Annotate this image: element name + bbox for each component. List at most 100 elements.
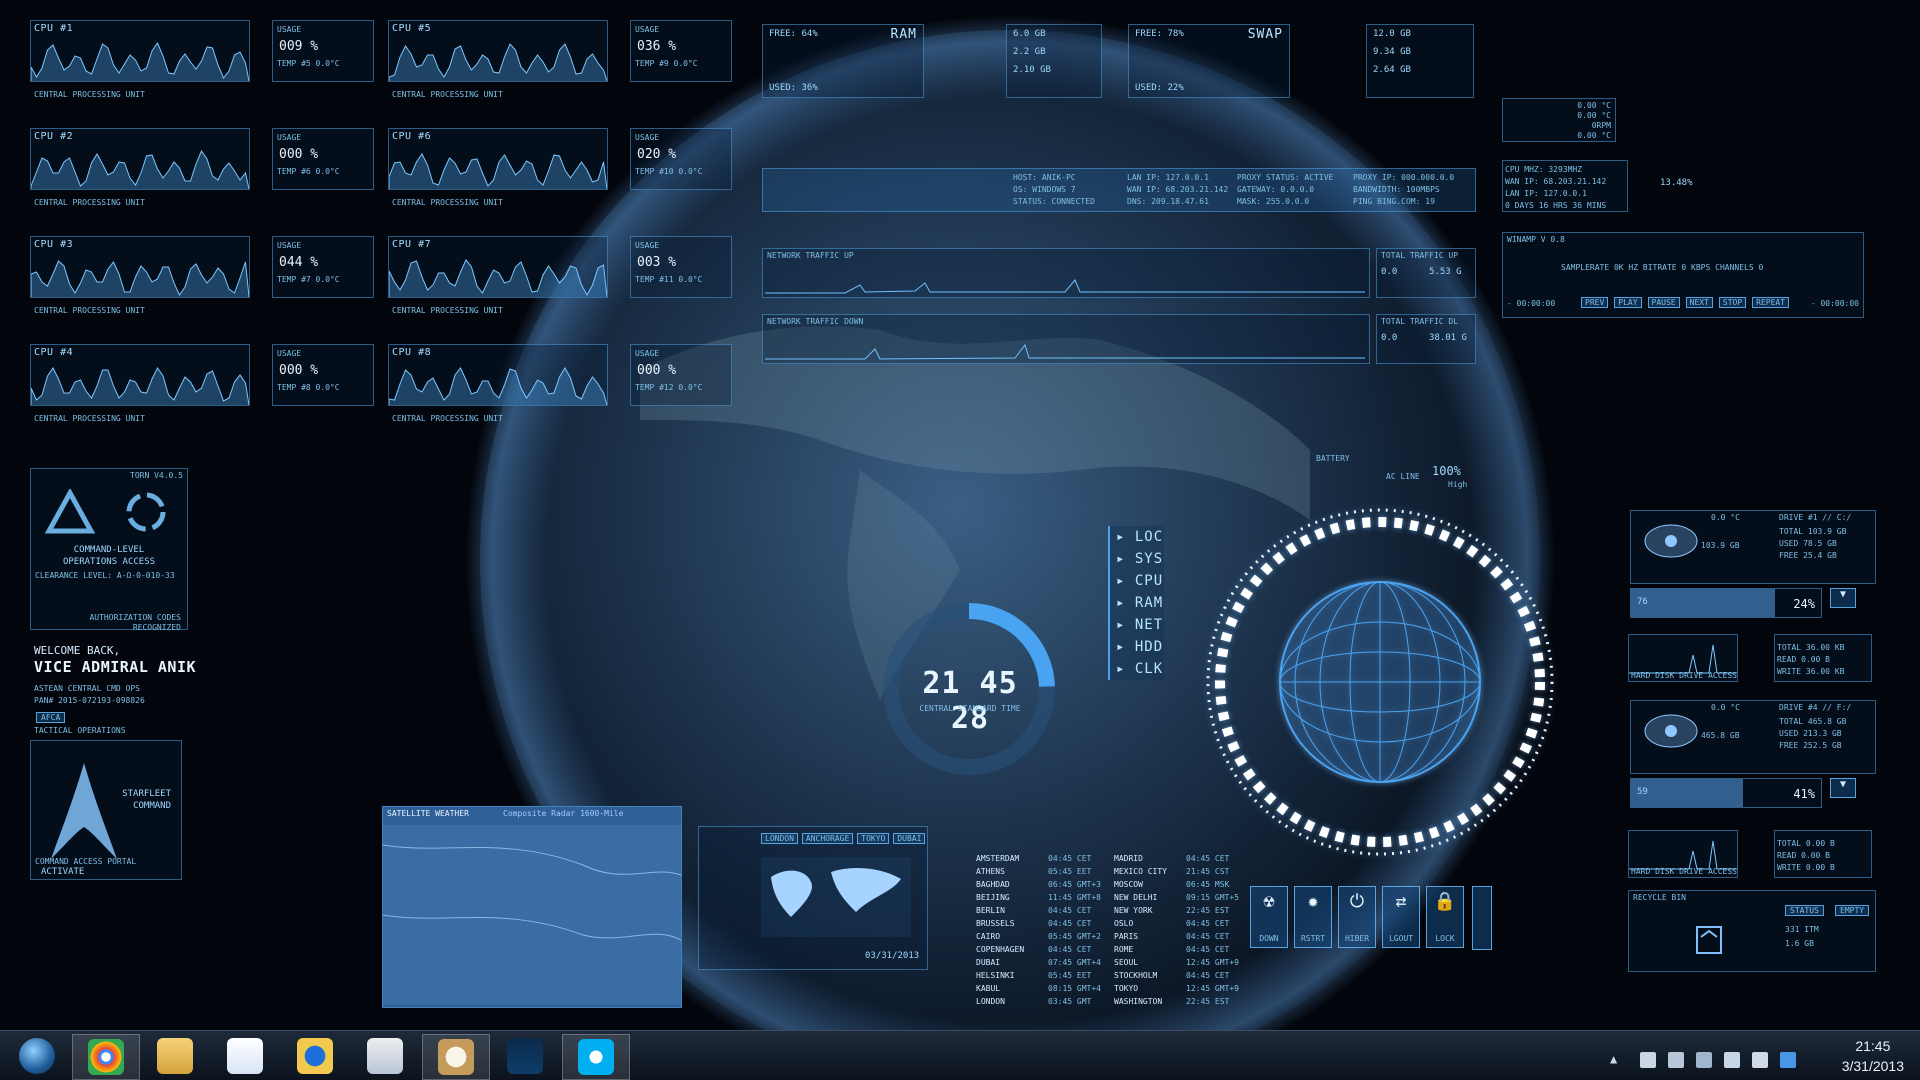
taskbar-photoshop-icon[interactable] (492, 1034, 558, 1078)
world-clock-row: PARIS 04:45 CET (1114, 930, 1244, 943)
cpu-graph-8: CPU #8 (388, 344, 608, 406)
drive-label: DRIVE #1 // C:/ (1779, 513, 1852, 522)
taskbar-windows-explorer-icon[interactable] (142, 1034, 208, 1078)
hdd-title: HARD DISK DRIVE ACCESS (1631, 671, 1737, 680)
winamp-play-button[interactable]: PLAY (1614, 297, 1642, 308)
cpu-usage: 020 % (637, 147, 677, 162)
winamp-time-a: - 00:00:00 (1507, 299, 1556, 308)
city-time: 05:45 EET (1048, 971, 1092, 980)
winamp-repeat-button[interactable]: REPEAT (1752, 297, 1790, 308)
cpu-usage-label: USAGE (635, 349, 660, 358)
power-lock-side-button[interactable] (1472, 886, 1492, 950)
city-time: 04:45 CET (1186, 971, 1230, 980)
winamp-next-button[interactable]: NEXT (1685, 297, 1713, 308)
action-center-icon[interactable] (1640, 1052, 1656, 1068)
power-button-lgout[interactable]: ⇄ LGOUT (1382, 886, 1420, 948)
pan-number: PAN# 2015-072193-098826 (34, 696, 145, 705)
menu-item-label: RAM (1134, 595, 1164, 611)
menu-item-sys[interactable]: ▸ SYS (1108, 548, 1164, 570)
hdd-write: WRITE 36.00 KB (1777, 667, 1845, 676)
city-name: COPENHAGEN (976, 945, 1025, 954)
recycle-empty[interactable]: EMPTY (1835, 905, 1870, 916)
menu-item-clk[interactable]: ▸ CLK (1108, 658, 1164, 680)
cpu-temp: TEMP #5 0.0°C (277, 59, 340, 68)
timezone-tab[interactable]: DUBAI (893, 833, 926, 844)
winamp-prev-button[interactable]: PREV (1581, 297, 1609, 308)
organization: ASTEAN CENTRAL CMD OPS (34, 684, 140, 693)
drive-usage-fill (1631, 589, 1776, 617)
power-button-down[interactable]: ☢ DOWN (1250, 886, 1288, 948)
net-up-sparkline (765, 279, 1365, 294)
cpu-footer: CENTRAL PROCESSING UNIT (392, 90, 503, 99)
menu-item-label: HDD (1134, 639, 1164, 655)
recycle-status[interactable]: STATUS (1785, 905, 1824, 916)
drive-dropdown-button[interactable]: ▼ (1830, 588, 1856, 608)
volume-tray-icon[interactable] (1752, 1052, 1768, 1068)
host-ping: PING BING.COM: 19 (1353, 197, 1435, 206)
cpu-usage: 036 % (637, 39, 677, 54)
host-os: OS: WINDOWS 7 (1013, 185, 1076, 194)
recycle-size: 1.6 GB (1785, 939, 1814, 948)
taskbar-google-chrome-icon[interactable] (72, 1034, 140, 1080)
menu-item-loc[interactable]: ▸ LOC (1108, 526, 1164, 548)
timezone-tab[interactable]: LONDON (761, 833, 798, 844)
city-name: BRUSSELS (976, 919, 1015, 928)
world-clock-col-2: MADRID 04:45 CET MEXICO CITY 21:45 CST MOSCO… (1114, 852, 1244, 1008)
activate-link[interactable]: ACTIVATE (41, 867, 84, 877)
taskbar-internet-explorer-icon[interactable] (282, 1034, 348, 1078)
taskbar-paint-icon[interactable] (422, 1034, 490, 1080)
recycle-title: RECYCLE BIN (1633, 893, 1686, 902)
cpu-graph-2: CPU #5 (388, 20, 608, 82)
cpu-usage: 000 % (279, 363, 319, 378)
taskbar-notepad-icon[interactable] (352, 1034, 418, 1078)
power-tray-icon[interactable] (1668, 1052, 1684, 1068)
cpu-usage: 003 % (637, 255, 677, 270)
drive-free-percent: 41% (1793, 787, 1815, 801)
taskbar-skype-icon[interactable] (562, 1034, 630, 1080)
city-time: 04:45 CET (1048, 919, 1092, 928)
usb-tray-icon[interactable] (1696, 1052, 1712, 1068)
timezone-tab[interactable]: TOKYO (857, 833, 890, 844)
world-clock-row: MEXICO CITY 21:45 CST (1114, 865, 1244, 878)
city-time: 06:45 MSK (1186, 880, 1230, 889)
ring-logo-icon (126, 492, 166, 532)
drive-free: FREE 25.4 GB (1779, 551, 1837, 560)
hdd-activity-2: HARD DISK DRIVE ACCESS (1628, 830, 1738, 878)
net-down-total: TOTAL TRAFFIC DL 0.0 38.01 G (1376, 314, 1476, 364)
dropbox-tray-icon[interactable] (1780, 1052, 1796, 1068)
menu-item-ram[interactable]: ▸ RAM (1108, 592, 1164, 614)
sensor-hdd: 0.00 °C (1577, 131, 1611, 140)
power-button-rstrt[interactable]: ✹ RSTRT (1294, 886, 1332, 948)
drive-used: USED 213.3 GB (1779, 729, 1842, 738)
winamp-pause-button[interactable]: PAUSE (1647, 297, 1680, 308)
power-label: LGOUT (1388, 934, 1414, 943)
hdd-sparkline (1629, 840, 1737, 870)
command-label: COMMAND (133, 801, 171, 811)
net-up-total-b: 5.53 G (1429, 267, 1462, 277)
net-down-total-label: TOTAL TRAFFIC DL (1381, 317, 1459, 326)
host-dns: DNS: 209.18.47.61 (1127, 197, 1209, 206)
city-name: BAGHDAD (976, 880, 1010, 889)
timezone-tab[interactable]: ANCHORAGE (801, 833, 854, 844)
drive-dropdown-button[interactable]: ▼ (1830, 778, 1856, 798)
taskbar-media-player-icon[interactable] (212, 1034, 278, 1078)
cpu-graph-7: CPU #4 (30, 344, 250, 406)
cpu-footer: CENTRAL PROCESSING UNIT (392, 414, 503, 423)
show-hidden-icons[interactable]: ▲ (1610, 1052, 1626, 1068)
city-name: MADRID (1114, 854, 1143, 863)
start-button[interactable] (4, 1034, 70, 1078)
winamp-title: WINAMP V 0.8 (1507, 235, 1565, 244)
menu-item-net[interactable]: ▸ NET (1108, 614, 1164, 636)
network-tray-icon[interactable] (1724, 1052, 1740, 1068)
menu-item-hdd[interactable]: ▸ HDD (1108, 636, 1164, 658)
winamp-stop-button[interactable]: STOP (1718, 297, 1747, 308)
cpu-usage-label: USAGE (277, 349, 302, 358)
clock-zone: CENTRAL STANDARD TIME (919, 704, 1021, 713)
menu-item-cpu[interactable]: ▸ CPU (1108, 570, 1164, 592)
torn-version: TORN V4.0.5 (130, 471, 183, 480)
battery-label: BATTERY (1316, 454, 1350, 463)
system-clock[interactable]: 21:45 3/31/2013 (1842, 1036, 1904, 1076)
power-button-lock[interactable]: 🔒 LOCK (1426, 886, 1464, 948)
power-button-hiber[interactable]: ⏻ HIBER (1338, 886, 1376, 948)
right-wan: WAN IP: 68.203.21.142 (1505, 177, 1607, 186)
